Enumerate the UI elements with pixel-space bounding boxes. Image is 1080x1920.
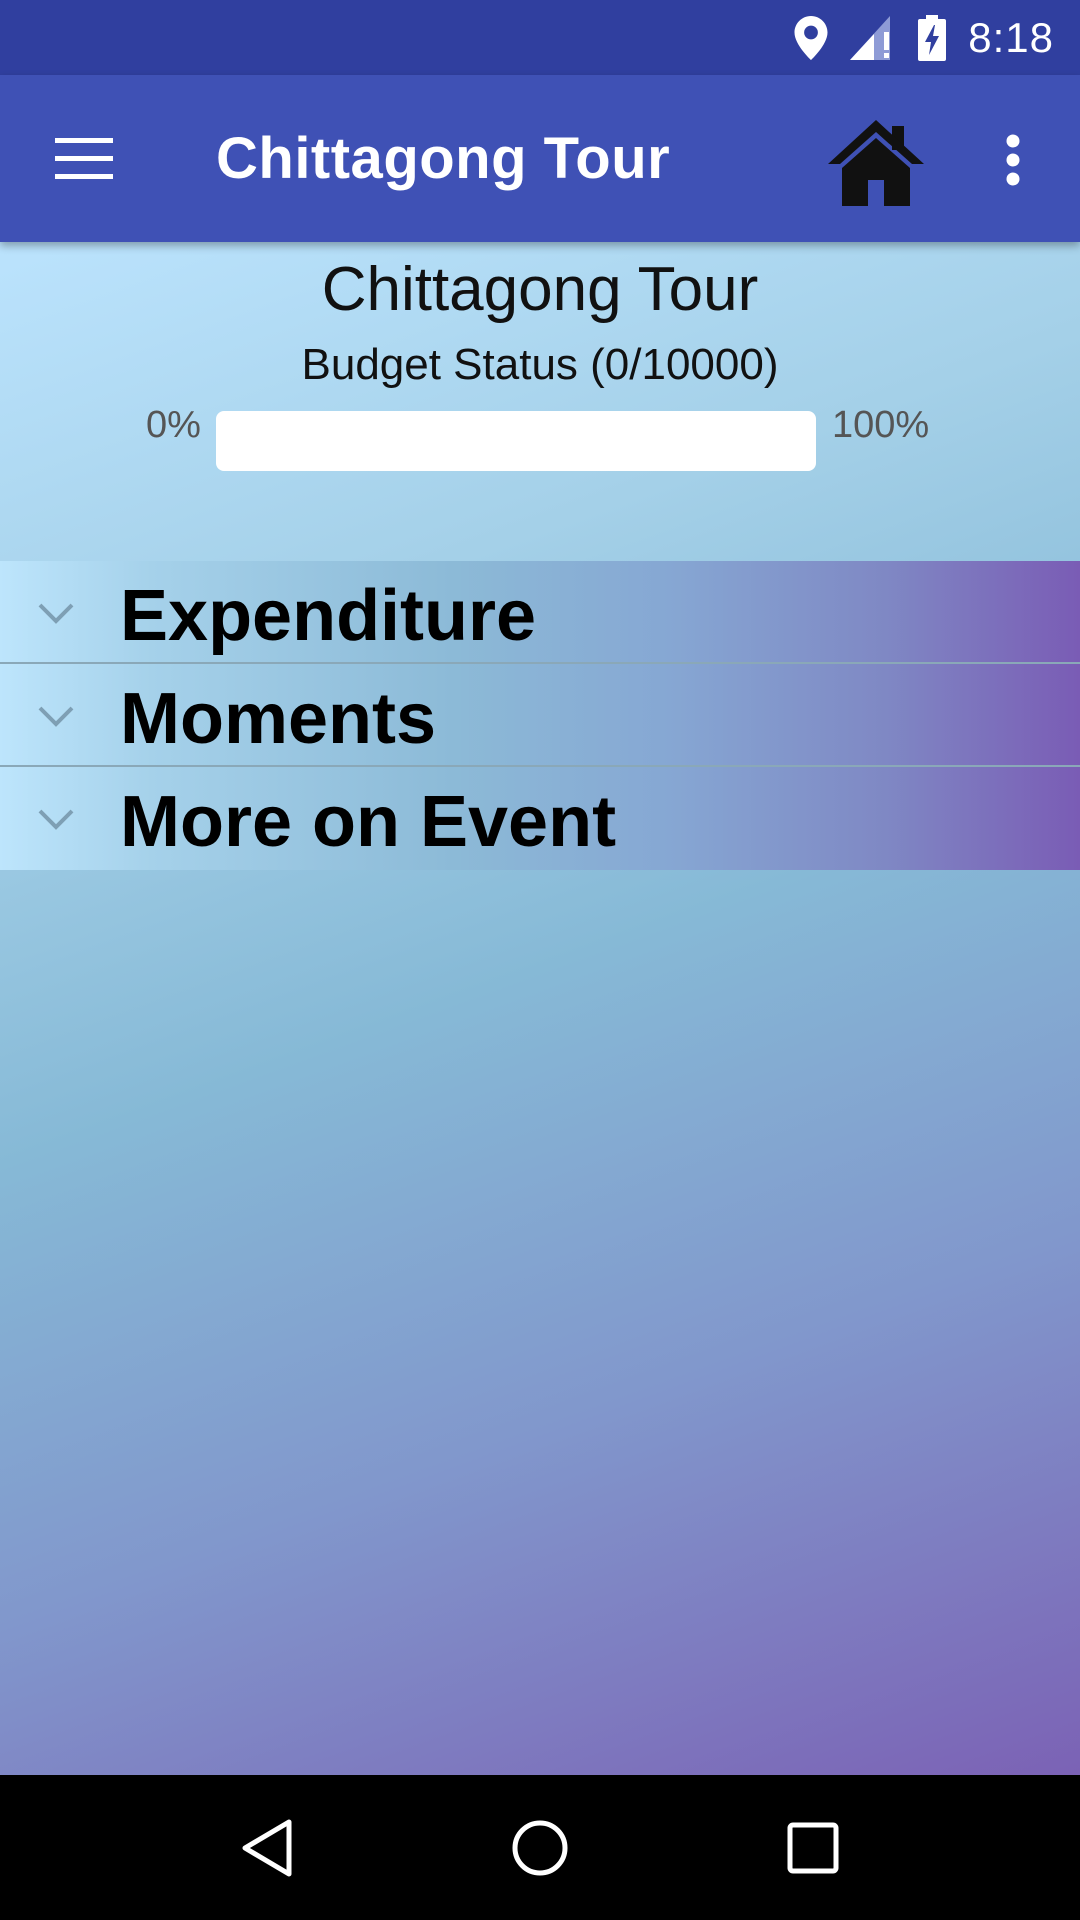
- more-vert-icon: [1006, 134, 1020, 186]
- section-more-on-event[interactable]: More on Event: [0, 767, 1080, 870]
- chevron-down-icon: [38, 706, 74, 727]
- app-title: Chittagong Tour: [216, 126, 671, 191]
- home-nav-button[interactable]: [490, 1798, 590, 1898]
- budget-progress-bar: [216, 411, 816, 471]
- section-label: More on Event: [120, 782, 617, 862]
- hamburger-menu-icon: [55, 138, 113, 179]
- budget-status-label: Budget Status (0/10000): [301, 340, 779, 389]
- progress-max-label: 100%: [832, 404, 930, 446]
- content-area: Chittagong Tour Budget Status (0/10000) …: [0, 242, 1080, 1775]
- navigation-bar: [0, 1775, 1080, 1920]
- cell-signal-icon: [850, 15, 896, 60]
- progress-min-label: 0%: [146, 404, 201, 446]
- chevron-down-icon: [38, 603, 74, 624]
- section-expenditure[interactable]: Expenditure: [0, 561, 1080, 664]
- section-list: Expenditure Moments More on Event: [0, 561, 1080, 870]
- home-button[interactable]: [820, 113, 932, 213]
- location-icon: [794, 15, 828, 60]
- battery-charging-icon: [918, 14, 947, 61]
- home-icon: [828, 120, 924, 206]
- section-label: Moments: [120, 679, 437, 759]
- event-title: Chittagong Tour: [321, 255, 759, 324]
- screen: 8:18 Chittagong Tour Chittagong Tour Bud…: [0, 0, 1080, 1920]
- status-time: 8:18: [968, 13, 1054, 61]
- section-moments[interactable]: Moments: [0, 664, 1080, 767]
- chevron-down-icon: [38, 809, 74, 830]
- back-button[interactable]: [217, 1798, 317, 1898]
- menu-button[interactable]: [40, 119, 128, 199]
- recents-button[interactable]: [763, 1798, 863, 1898]
- section-label: Expenditure: [120, 576, 537, 656]
- home-circle-icon: [512, 1820, 568, 1875]
- app-bar: Chittagong Tour: [0, 75, 1080, 242]
- back-icon: [242, 1819, 292, 1876]
- recents-icon: [787, 1822, 839, 1873]
- status-bar: 8:18: [0, 0, 1080, 75]
- overflow-menu-button[interactable]: [980, 117, 1046, 203]
